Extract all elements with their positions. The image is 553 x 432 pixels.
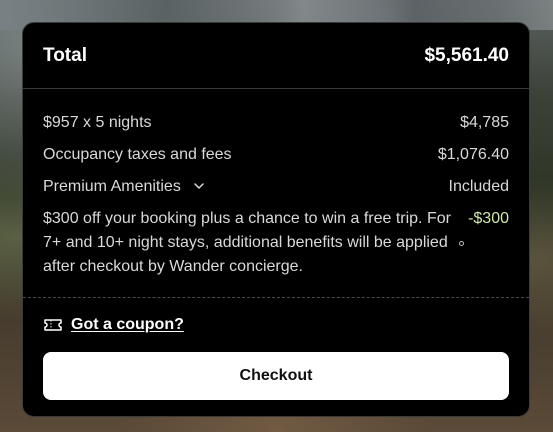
line-item-promo: $300 off your booking plus a chance to w…	[43, 207, 509, 279]
coupon-row: Got a coupon?	[23, 298, 529, 334]
line-item-taxes: Occupancy taxes and fees $1,076.40	[43, 143, 509, 167]
line-item-label: Occupancy taxes and fees	[43, 146, 232, 163]
line-item-value: $4,785	[460, 114, 509, 131]
discount-value: -$300	[468, 210, 509, 227]
coupon-link[interactable]: Got a coupon?	[71, 316, 184, 334]
total-header: Total $5,561.40	[23, 23, 529, 89]
line-item-nights: $957 x 5 nights $4,785	[43, 111, 509, 135]
booking-summary-card: Total $5,561.40 $957 x 5 nights $4,785 O…	[22, 22, 530, 417]
promo-description: $300 off your booking plus a chance to w…	[43, 210, 451, 275]
info-dot-icon	[459, 241, 464, 246]
total-amount: $5,561.40	[424, 44, 509, 66]
ticket-icon	[44, 319, 62, 331]
checkout-button[interactable]: Checkout	[43, 352, 509, 400]
line-item-value: $1,076.40	[437, 146, 509, 163]
chevron-down-icon	[194, 183, 205, 189]
line-item-amenities[interactable]: Premium Amenities Included	[43, 175, 509, 199]
amenities-toggle[interactable]: Premium Amenities	[43, 175, 205, 199]
total-label: Total	[43, 44, 87, 66]
promo-value-group: -$300	[459, 207, 509, 246]
price-breakdown: $957 x 5 nights $4,785 Occupancy taxes a…	[23, 89, 529, 298]
line-item-label: Premium Amenities	[43, 178, 181, 195]
line-item-label: $957 x 5 nights	[43, 114, 152, 131]
line-item-value: Included	[448, 178, 510, 195]
